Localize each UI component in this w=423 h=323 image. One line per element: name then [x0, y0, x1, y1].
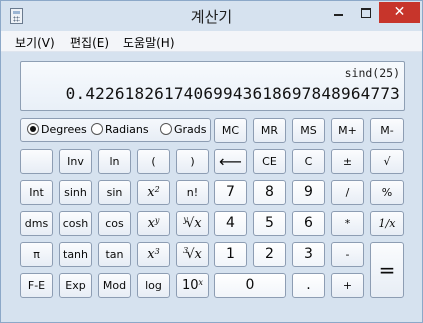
radio-selected-icon — [27, 123, 39, 135]
inv-button[interactable]: Inv — [59, 149, 92, 174]
title-bar[interactable]: 계산기 ✕ — [1, 1, 422, 31]
ce-button[interactable]: CE — [253, 149, 286, 174]
percent-button[interactable]: % — [370, 180, 404, 205]
factorial-button[interactable]: n! — [176, 180, 209, 205]
subtract-button[interactable]: - — [331, 242, 364, 267]
power-button[interactable]: xy — [137, 211, 170, 236]
radio-radians-label: Radians — [105, 123, 149, 136]
clear-button[interactable]: C — [292, 149, 325, 174]
cube-root-button[interactable]: 3√x — [176, 242, 209, 267]
menu-bar: 보기(V) 편집(E) 도움말(H) — [1, 31, 422, 52]
cosh-button[interactable]: cosh — [59, 211, 92, 236]
m-minus-button[interactable]: M- — [370, 118, 404, 143]
equals-button[interactable]: = — [370, 242, 404, 298]
calculator-window: 계산기 ✕ 보기(V) 편집(E) 도움말(H) sind(25) 0.4226… — [0, 0, 423, 323]
left-paren-button[interactable]: ( — [137, 149, 170, 174]
sin-button[interactable]: sin — [98, 180, 131, 205]
cos-button[interactable]: cos — [98, 211, 131, 236]
power-base: x — [147, 216, 155, 231]
square-exponent: 2 — [154, 185, 160, 194]
digit-9-button[interactable]: 9 — [292, 180, 325, 205]
fe-button[interactable]: F-E — [20, 273, 53, 298]
expression-text: sind(25) — [344, 66, 400, 80]
exp-button[interactable]: Exp — [59, 273, 92, 298]
digit-8-button[interactable]: 8 — [253, 180, 286, 205]
cube-button[interactable]: x3 — [137, 242, 170, 267]
digit-7-button[interactable]: 7 — [214, 180, 247, 205]
add-button[interactable]: + — [331, 273, 364, 298]
plus-minus-button[interactable]: ± — [331, 149, 364, 174]
angle-mode-group: Degrees Radians Grads — [20, 118, 211, 142]
y-root-radicand: x — [194, 216, 202, 231]
radio-radians[interactable]: Radians — [91, 123, 149, 136]
digit-6-button[interactable]: 6 — [292, 211, 325, 236]
radio-grads-label: Grads — [174, 123, 207, 136]
reciprocal-button[interactable]: 1/x — [370, 211, 404, 236]
pi-button[interactable]: π — [20, 242, 53, 267]
digit-0-button[interactable]: 0 — [214, 273, 286, 298]
ten-power-base: 10 — [181, 278, 199, 293]
result-value: 0.42261826174069943618697848964773 — [65, 84, 400, 103]
cube-root-radicand: x — [194, 247, 202, 262]
menu-edit[interactable]: 편집(E) — [70, 34, 109, 51]
right-paren-button[interactable]: ) — [176, 149, 209, 174]
tan-button[interactable]: tan — [98, 242, 131, 267]
radio-unselected-icon — [91, 123, 103, 135]
tanh-button[interactable]: tanh — [59, 242, 92, 267]
ten-power-button[interactable]: 10x — [176, 273, 209, 298]
sinh-button[interactable]: sinh — [59, 180, 92, 205]
cube-exponent: 3 — [154, 247, 160, 256]
backspace-icon: ⟵ — [219, 152, 242, 171]
divide-button[interactable]: / — [331, 180, 364, 205]
menu-help[interactable]: 도움말(H) — [123, 34, 175, 51]
ln-button[interactable]: ln — [98, 149, 131, 174]
digit-5-button[interactable]: 5 — [253, 211, 286, 236]
square-base: x — [147, 185, 155, 200]
close-icon: ✕ — [393, 4, 406, 20]
result-display: sind(25) 0.42261826174069943618697848964… — [20, 61, 405, 111]
menu-view[interactable]: 보기(V) — [15, 34, 55, 51]
radio-grads[interactable]: Grads — [160, 123, 207, 136]
close-button[interactable]: ✕ — [379, 2, 420, 23]
sqrt-button[interactable]: √ — [370, 149, 404, 174]
power-exponent: y — [154, 216, 160, 225]
digit-1-button[interactable]: 1 — [214, 242, 247, 267]
maximize-icon — [360, 7, 371, 18]
dms-button[interactable]: dms — [20, 211, 53, 236]
ten-power-exponent: x — [198, 278, 204, 287]
radio-degrees[interactable]: Degrees — [27, 123, 87, 136]
multiply-button[interactable]: * — [331, 211, 364, 236]
cube-base: x — [147, 247, 155, 262]
backspace-button[interactable]: ⟵ — [214, 149, 247, 174]
digit-2-button[interactable]: 2 — [253, 242, 286, 267]
int-button[interactable]: Int — [20, 180, 53, 205]
log-button[interactable]: log — [137, 273, 170, 298]
digit-3-button[interactable]: 3 — [292, 242, 325, 267]
square-button[interactable]: x2 — [137, 180, 170, 205]
cube-root-index: 3 — [183, 246, 189, 255]
m-plus-button[interactable]: M+ — [331, 118, 364, 143]
minimize-icon — [333, 13, 343, 16]
minimize-button[interactable] — [324, 2, 352, 23]
decimal-button[interactable]: . — [292, 273, 325, 298]
y-root-index: y — [183, 215, 188, 224]
mr-button[interactable]: MR — [253, 118, 286, 143]
digit-4-button[interactable]: 4 — [214, 211, 247, 236]
maximize-button[interactable] — [352, 2, 379, 23]
mod-button[interactable]: Mod — [98, 273, 131, 298]
radio-degrees-label: Degrees — [41, 123, 87, 136]
radio-unselected-icon — [160, 123, 172, 135]
mc-button[interactable]: MC — [214, 118, 247, 143]
y-root-button[interactable]: y√x — [176, 211, 209, 236]
blank-button[interactable] — [20, 149, 53, 174]
ms-button[interactable]: MS — [292, 118, 325, 143]
